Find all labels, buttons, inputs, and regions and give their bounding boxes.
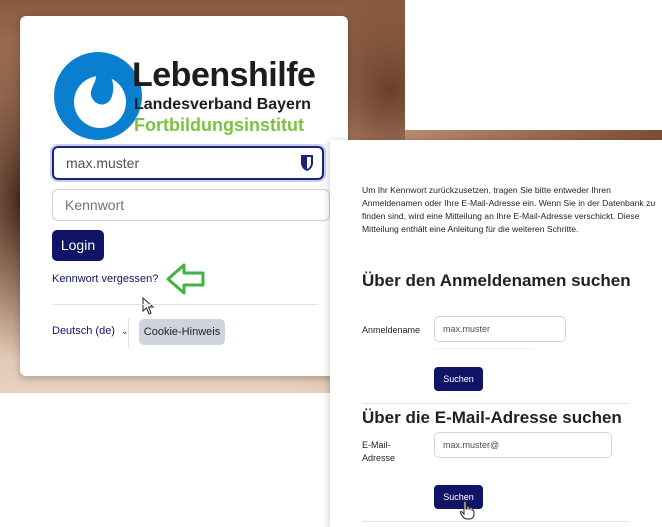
email-label: E-Mail-Adresse xyxy=(362,440,396,463)
heading-search-email: Über die E-Mail-Adresse suchen xyxy=(362,408,622,427)
search-username-button[interactable]: Suchen xyxy=(434,367,483,391)
heading-search-username: Über den Anmeldenamen suchen xyxy=(362,271,631,290)
login-button[interactable]: Login xyxy=(52,230,104,261)
forgot-password-link[interactable]: Kennwort vergessen? xyxy=(52,273,158,285)
green-arrow-left-icon xyxy=(166,263,205,295)
hand-pointer-icon xyxy=(459,500,475,520)
cookie-notice-button[interactable]: Cookie-Hinweis xyxy=(139,319,225,345)
reset-username-value: max.muster xyxy=(443,324,491,334)
username-input[interactable]: max.muster xyxy=(52,146,324,180)
logo-text-sub: Landesverband Bayern xyxy=(134,96,311,113)
reset-username-input[interactable]: max.muster xyxy=(434,316,566,342)
mouse-pointer-icon xyxy=(142,297,155,315)
reset-email-input[interactable]: max.muster@ xyxy=(434,432,612,458)
language-selector[interactable]: Deutsch (de) ⌄ xyxy=(52,325,129,337)
password-placeholder: Kennwort xyxy=(65,197,125,213)
reset-email-value: max.muster@ xyxy=(443,440,500,450)
login-card: Lebenshilfe Landesverband Bayern Fortbil… xyxy=(20,16,348,376)
username-label: Anmeldename xyxy=(362,325,421,335)
password-manager-shield-icon[interactable] xyxy=(300,154,314,172)
reset-intro-text: Um Ihr Kennwort zurückzusetzen, tragen S… xyxy=(362,185,656,234)
password-input[interactable]: Kennwort xyxy=(52,189,330,221)
section-divider xyxy=(362,403,628,404)
reset-password-card: Um Ihr Kennwort zurückzusetzen, tragen S… xyxy=(330,140,662,527)
footer-divider xyxy=(52,304,318,305)
logo-text-main: Lebenshilfe xyxy=(132,56,316,94)
logo-text-institute: Fortbildungsinstitut xyxy=(134,115,304,135)
bottom-divider xyxy=(362,521,628,522)
field-underline xyxy=(434,348,534,349)
username-value: max.muster xyxy=(66,155,140,171)
footer-vertical-divider xyxy=(128,318,129,348)
language-label: Deutsch (de) xyxy=(52,325,115,337)
